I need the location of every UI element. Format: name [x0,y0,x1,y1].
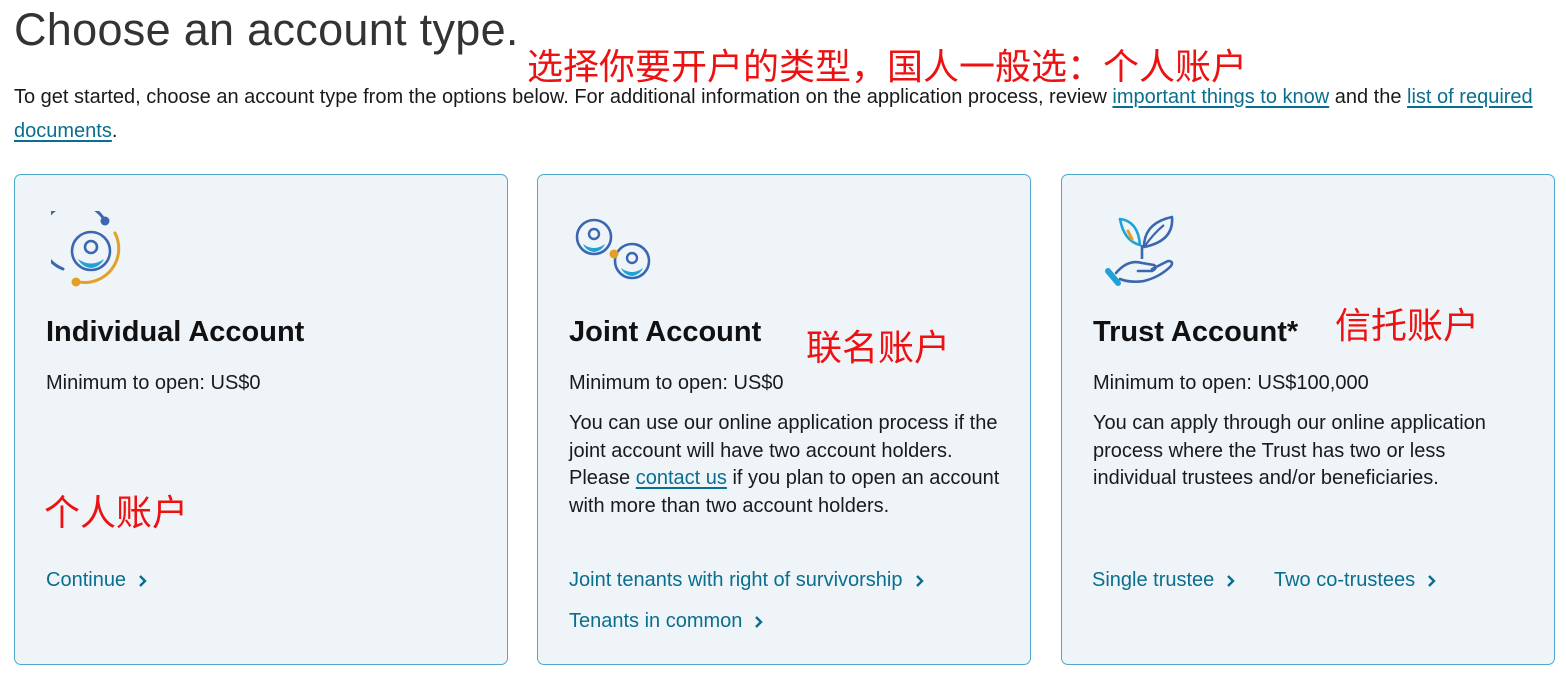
action-label: Tenants in common [569,610,743,632]
action-label: Joint tenants with right of survivorship [569,569,903,591]
chevron-right-icon [1227,574,1235,587]
trust-account-card: Trust Account* Minimum to open: US$100,0… [1061,174,1555,665]
minimum-to-open: Minimum to open: US$0 [46,372,261,394]
important-things-link[interactable]: important things to know [1112,86,1329,108]
two-co-trustees-link[interactable]: Two co-trustees [1274,569,1436,592]
chevron-right-icon [915,574,924,587]
card-description: You can use our online application proce… [569,410,1009,520]
annotation-joint: 联名账户 [806,328,951,369]
page-title: Choose an account type. [14,4,519,55]
continue-link[interactable]: Continue [46,569,147,592]
chevron-right-icon [139,574,147,587]
joint-tenants-survivorship-link[interactable]: Joint tenants with right of survivorship [569,569,924,592]
chevron-right-icon [755,615,764,628]
minimum-to-open: Minimum to open: US$0 [569,372,784,394]
hand-leaf-icon [1105,215,1174,286]
single-trustee-link[interactable]: Single trustee [1092,569,1235,592]
minimum-to-open: Minimum to open: US$100,000 [1093,372,1369,394]
intro-mid-text: and the [1329,86,1408,108]
chevron-right-icon [1428,574,1436,587]
action-label: Single trustee [1092,569,1215,591]
intro-end-text: . [111,120,118,142]
intro-paragraph: To get started, choose an account type f… [14,80,1550,148]
person-orbit-icon [51,211,121,287]
card-title: Trust Account* [1093,316,1299,348]
tenants-in-common-link[interactable]: Tenants in common [569,610,764,633]
action-label: Two co-trustees [1274,569,1416,591]
two-people-icon [575,218,651,280]
individual-account-card: Individual Account Minimum to open: US$0… [14,174,508,665]
action-label: Continue [46,569,127,591]
card-description: You can apply through our online applica… [1093,412,1486,489]
annotation-trust: 信托账户 [1335,306,1480,347]
annotation-individual: 个人账户 [44,493,189,534]
intro-text: To get started, choose an account type f… [14,86,1113,108]
contact-us-link[interactable]: contact us [636,467,727,489]
card-title: Individual Account [46,316,305,348]
joint-account-card: Joint Account Minimum to open: US$0 You … [537,174,1031,665]
card-title: Joint Account [569,316,762,348]
